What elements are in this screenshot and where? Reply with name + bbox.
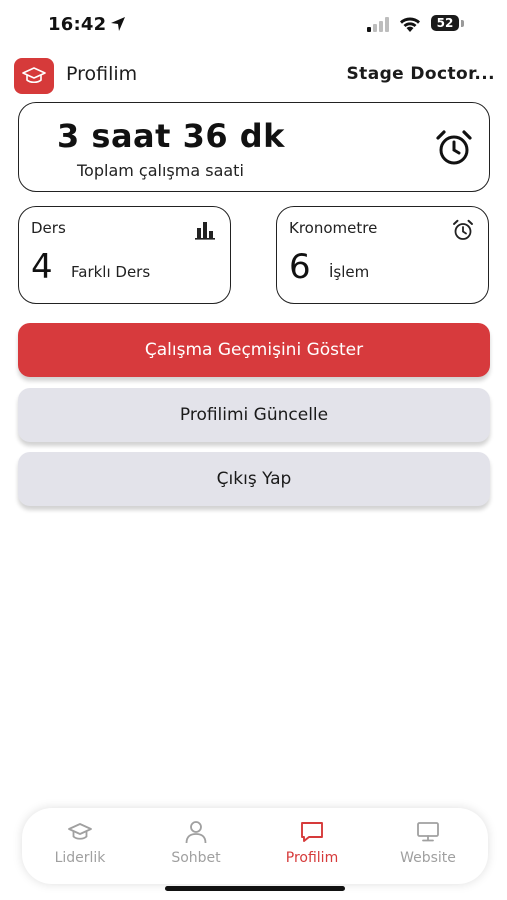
nav-tab-website[interactable]: Website <box>370 808 486 884</box>
logout-button[interactable]: Çıkış Yap <box>18 452 490 506</box>
bottom-nav: Liderlik Sohbet Profilim Website <box>22 808 488 884</box>
user-name[interactable]: Stage Doctor... <box>347 64 495 84</box>
monitor-icon <box>417 822 439 842</box>
total-study-time: 3 saat 36 dk <box>57 117 285 155</box>
nav-label: Liderlik <box>54 850 106 866</box>
update-profile-button[interactable]: Profilimi Güncelle <box>18 388 490 442</box>
app-logo <box>14 58 54 94</box>
kronometre-count: 6 <box>289 247 311 287</box>
wifi-icon <box>400 17 420 32</box>
chat-bubble-icon <box>301 822 323 842</box>
ders-count: 4 <box>31 247 53 287</box>
person-icon <box>185 821 207 844</box>
total-study-label: Toplam çalışma saati <box>77 161 244 180</box>
ders-title: Ders <box>31 219 66 237</box>
page-title: Profilim <box>66 63 138 85</box>
alarm-clock-icon <box>436 130 472 165</box>
total-study-card: 3 saat 36 dk Toplam çalışma saati <box>18 102 490 192</box>
app-header: Profilim Stage Doctor... <box>0 58 507 94</box>
status-time: 16:42 <box>48 14 107 35</box>
graduation-cap-icon <box>68 823 92 840</box>
nav-label: Sohbet <box>171 850 221 866</box>
battery-level: 52 <box>431 15 459 31</box>
home-indicator[interactable] <box>165 886 345 891</box>
cellular-signal-icon <box>367 17 389 32</box>
kronometre-title: Kronometre <box>289 219 378 237</box>
bar-chart-icon <box>195 222 215 240</box>
ders-label: Farklı Ders <box>71 263 151 281</box>
nav-tab-sohbet[interactable]: Sohbet <box>138 808 254 884</box>
graduation-cap-icon <box>22 67 46 84</box>
location-arrow-icon <box>111 17 125 31</box>
nav-tab-liderlik[interactable]: Liderlik <box>22 808 138 884</box>
ders-stat-card: Ders 4 Farklı Ders <box>18 206 231 304</box>
nav-label: Website <box>400 850 456 866</box>
status-bar: 16:42 52 <box>0 0 507 50</box>
nav-label: Profilim <box>285 850 339 866</box>
kronometre-label: İşlem <box>329 263 370 281</box>
nav-tab-profilim[interactable]: Profilim <box>254 808 370 884</box>
alarm-clock-icon <box>453 219 473 240</box>
kronometre-stat-card: Kronometre 6 İşlem <box>276 206 489 304</box>
study-history-button[interactable]: Çalışma Geçmişini Göster <box>18 323 490 377</box>
battery-icon: 52 <box>431 15 465 33</box>
